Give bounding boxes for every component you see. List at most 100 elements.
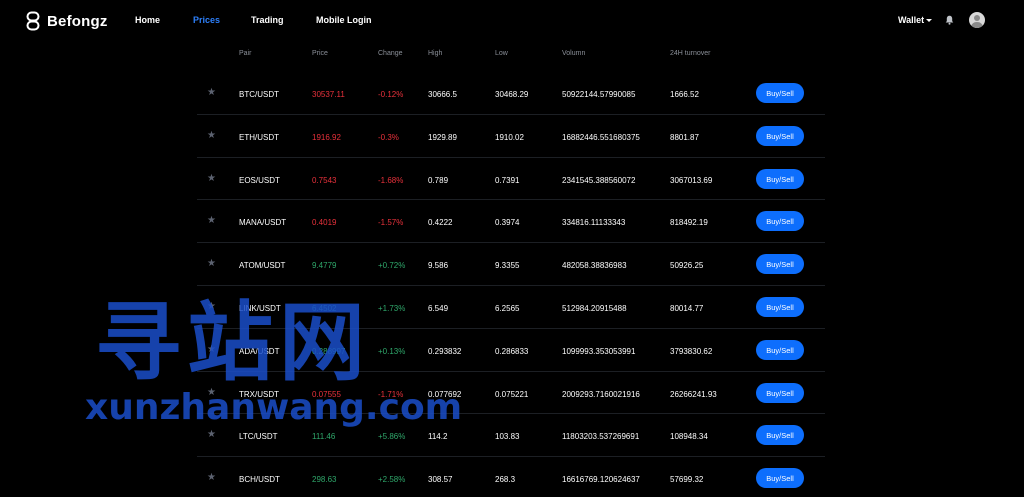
favorite-star-icon[interactable]: ★ xyxy=(207,215,216,226)
change-cell: +1.73% xyxy=(378,303,406,313)
high-cell: 0.077692 xyxy=(428,389,462,399)
high-cell: 9.586 xyxy=(428,261,449,271)
table-row: ★ BCH/USDT 298.63 +2.58% 308.57 268.3 16616769… xyxy=(0,457,1024,497)
turnover-cell: 50926.25 xyxy=(670,261,704,271)
buy-sell-button[interactable]: Buy/Sell xyxy=(756,211,804,232)
volume-cell: 2009293.7160021916 xyxy=(562,389,640,399)
volume-cell: 11803203.537269691 xyxy=(562,432,640,442)
change-cell: -1.71% xyxy=(378,389,404,399)
high-cell: 30666.5 xyxy=(428,90,457,99)
table-header: Pair Price Change High Low Volumn 24H tu… xyxy=(0,50,1024,62)
page: Befongz Home Prices Trading Mobile Login… xyxy=(0,0,1024,497)
buy-sell-button[interactable]: Buy/Sell xyxy=(756,339,804,360)
buy-sell-button[interactable]: Buy/Sell xyxy=(756,168,804,189)
low-cell: 0.7391 xyxy=(495,175,520,185)
low-cell: 0.286833 xyxy=(495,346,529,356)
nav-home[interactable]: Home xyxy=(135,15,160,25)
turnover-cell: 1666.52 xyxy=(670,90,699,99)
favorite-star-icon[interactable]: ★ xyxy=(207,429,216,440)
price-cell: 298.63 xyxy=(312,475,337,485)
volume-cell: 50922144.57990085 xyxy=(562,90,636,99)
favorite-star-icon[interactable]: ★ xyxy=(207,173,216,184)
pair-cell: BCH/USDT xyxy=(239,475,280,485)
price-cell: 0.288997 xyxy=(312,346,346,356)
table-row: ★ ETH/USDT 1916.92 -0.3% 1929.89 1910.02 16882… xyxy=(0,115,1024,158)
low-cell: 0.075221 xyxy=(495,389,529,399)
high-cell: 0.4222 xyxy=(428,218,453,228)
buy-sell-button[interactable]: Buy/Sell xyxy=(756,468,804,489)
volume-cell: 1099993.353053991 xyxy=(562,346,636,356)
low-cell: 9.3355 xyxy=(495,261,520,271)
column-header-pair: Pair xyxy=(239,50,252,57)
low-cell: 268.3 xyxy=(495,475,516,485)
volume-cell: 16882446.551680375 xyxy=(562,132,640,142)
pair-cell: ETH/USDT xyxy=(239,132,279,142)
user-icon xyxy=(971,15,983,28)
change-cell: -1.57% xyxy=(378,218,404,228)
bell-icon[interactable] xyxy=(945,15,954,25)
price-cell: 111.46 xyxy=(312,432,336,442)
turnover-cell: 3067013.69 xyxy=(670,175,713,185)
turnover-cell: 26266241.93 xyxy=(670,389,717,399)
low-cell: 0.3974 xyxy=(495,218,520,228)
favorite-star-icon[interactable]: ★ xyxy=(207,301,216,312)
pair-cell: ADA/USDT xyxy=(239,346,280,356)
buy-sell-button[interactable]: Buy/Sell xyxy=(756,425,804,446)
turnover-cell: 108948.34 xyxy=(670,432,708,442)
change-cell: -0.3% xyxy=(378,132,399,142)
volume-cell: 16616769.120624637 xyxy=(562,475,640,485)
change-cell: +2.58% xyxy=(378,475,406,485)
buy-sell-button[interactable]: Buy/Sell xyxy=(756,382,804,403)
favorite-star-icon[interactable]: ★ xyxy=(207,130,216,141)
favorite-star-icon[interactable]: ★ xyxy=(207,87,216,98)
column-header-volume: Volumn xyxy=(562,50,586,57)
wallet-dropdown[interactable]: Wallet xyxy=(898,15,933,25)
favorite-star-icon[interactable]: ★ xyxy=(207,258,216,269)
change-cell: +0.13% xyxy=(378,346,406,356)
column-header-change: Change xyxy=(378,50,403,57)
change-cell: -1.68% xyxy=(378,175,404,185)
table-row: ★ TRX/USDT 0.07555 -1.71% 0.077692 0.075221 20… xyxy=(0,372,1024,415)
pair-cell: ATOM/USDT xyxy=(239,261,286,271)
top-navbar: Befongz Home Prices Trading Mobile Login… xyxy=(0,0,1024,40)
pair-cell: EOS/USDT xyxy=(239,175,280,185)
column-header-price: Price xyxy=(312,50,328,57)
volume-cell: 2341545.388560072 xyxy=(562,175,636,185)
turnover-cell: 8801.87 xyxy=(670,132,699,142)
avatar[interactable] xyxy=(969,12,985,28)
favorite-star-icon[interactable]: ★ xyxy=(207,344,216,355)
buy-sell-button[interactable]: Buy/Sell xyxy=(756,296,804,317)
table-row: ★ MANA/USDT 0.4019 -1.57% 0.4222 0.3974 334816… xyxy=(0,200,1024,243)
buy-sell-button[interactable]: Buy/Sell xyxy=(756,83,804,103)
change-cell: +5.86% xyxy=(378,432,406,442)
low-cell: 103.83 xyxy=(495,432,520,442)
turnover-cell: 3793830.62 xyxy=(670,346,713,356)
volume-cell: 334816.11133343 xyxy=(562,218,626,228)
high-cell: 1929.89 xyxy=(428,132,457,142)
volume-cell: 482058.38836983 xyxy=(562,261,627,271)
high-cell: 308.57 xyxy=(428,475,453,485)
table-row: ★ BTC/USDT 30537.11 -0.12% 30666.5 30468.29 50… xyxy=(0,72,1024,115)
price-cell: 9.4779 xyxy=(312,261,337,271)
logo-icon xyxy=(26,11,40,31)
wallet-label: Wallet xyxy=(898,15,925,25)
table-row: ★ LINK/USDT 6.4502 +1.73% 6.549 6.2565 512984.… xyxy=(0,286,1024,329)
brand-name: Befongz xyxy=(47,12,108,30)
change-cell: -0.12% xyxy=(378,90,404,99)
price-cell: 1916.92 xyxy=(312,132,341,142)
favorite-star-icon[interactable]: ★ xyxy=(207,387,216,398)
column-header-turnover: 24H turnover xyxy=(670,50,711,57)
market-table-body: ★ BTC/USDT 30537.11 -0.12% 30666.5 30468.29 50… xyxy=(0,72,1024,497)
buy-sell-button[interactable]: Buy/Sell xyxy=(756,125,804,146)
column-header-high: High xyxy=(428,50,443,57)
nav-prices[interactable]: Prices xyxy=(193,15,220,25)
pair-cell: LTC/USDT xyxy=(239,432,278,442)
table-row: ★ EOS/USDT 0.7543 -1.68% 0.789 0.7391 2341545.… xyxy=(0,158,1024,201)
favorite-star-icon[interactable]: ★ xyxy=(207,472,216,483)
column-header-low: Low xyxy=(495,50,508,57)
buy-sell-button[interactable]: Buy/Sell xyxy=(756,254,804,275)
brand-logo[interactable]: Befongz xyxy=(26,11,108,31)
nav-mobile-login[interactable]: Mobile Login xyxy=(316,15,372,25)
nav-trading[interactable]: Trading xyxy=(251,15,284,25)
price-cell: 0.07555 xyxy=(312,389,341,399)
